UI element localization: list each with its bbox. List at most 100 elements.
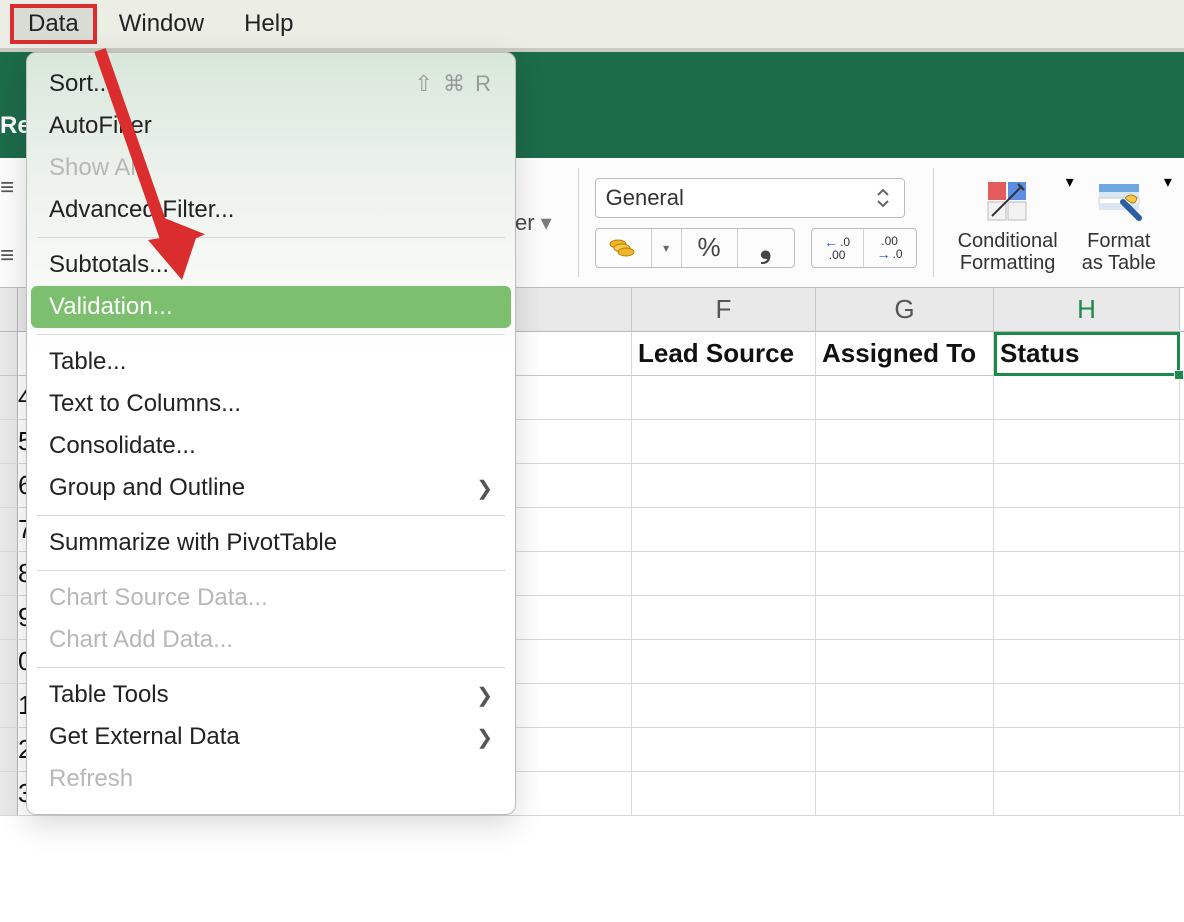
conditional-formatting-icon xyxy=(982,176,1034,228)
row-header[interactable] xyxy=(0,772,18,815)
cell-f[interactable] xyxy=(632,728,816,771)
cell-g[interactable] xyxy=(816,684,994,727)
dec-text: .0 xyxy=(893,248,903,260)
selection-handle[interactable] xyxy=(1174,370,1184,380)
percent-button[interactable]: % xyxy=(682,229,738,267)
currency-button[interactable] xyxy=(596,229,652,267)
corner-cell[interactable] xyxy=(0,288,18,331)
menu-consolidate[interactable]: Consolidate... xyxy=(27,425,515,467)
cell-h[interactable] xyxy=(994,508,1180,551)
cell-h[interactable] xyxy=(994,772,1180,815)
cell-h[interactable] xyxy=(994,728,1180,771)
ribbon-fragment-label: er ▾ xyxy=(515,158,562,287)
cell-g[interactable] xyxy=(816,464,994,507)
cell-g[interactable] xyxy=(816,552,994,595)
number-format-value: General xyxy=(606,185,684,211)
menu-pivot-label: Summarize with PivotTable xyxy=(49,529,337,557)
cell-f[interactable] xyxy=(632,772,816,815)
menu-subtotals[interactable]: Subtotals... xyxy=(27,244,515,286)
menu-separator xyxy=(37,334,505,335)
row-header[interactable] xyxy=(0,684,18,727)
cell-h[interactable] xyxy=(994,596,1180,639)
menu-advanced-filter[interactable]: Advanced Filter... xyxy=(27,189,515,231)
chevron-down-icon[interactable]: ▾ xyxy=(1164,172,1172,192)
number-format-combobox[interactable]: General xyxy=(595,178,905,218)
cell-g[interactable] xyxy=(816,640,994,683)
comma-button[interactable]: ❟ xyxy=(738,229,794,267)
cell-h[interactable] xyxy=(994,376,1180,419)
menu-validation[interactable]: Validation... xyxy=(31,286,511,328)
header-cell-status[interactable]: Status xyxy=(994,332,1180,375)
menu-autofilter[interactable]: AutoFilter xyxy=(27,105,515,147)
menu-table[interactable]: Table... xyxy=(27,341,515,383)
menu-group-outline[interactable]: Group and Outline ❯ xyxy=(27,467,515,509)
row-header[interactable] xyxy=(0,420,18,463)
cell-h[interactable] xyxy=(994,684,1180,727)
cell-g[interactable] xyxy=(816,728,994,771)
menu-data[interactable]: Data xyxy=(10,4,97,44)
menu-pivot[interactable]: Summarize with PivotTable xyxy=(27,522,515,564)
column-header-h[interactable]: H xyxy=(994,288,1180,331)
cell-g[interactable] xyxy=(816,508,994,551)
cell-g[interactable] xyxy=(816,376,994,419)
row-header[interactable] xyxy=(0,640,18,683)
column-header-f[interactable]: F xyxy=(632,288,816,331)
menu-sort[interactable]: Sort... ⇧ ⌘ R xyxy=(27,63,515,105)
menu-text-to-columns[interactable]: Text to Columns... xyxy=(27,383,515,425)
menu-separator xyxy=(37,667,505,668)
cell-h[interactable] xyxy=(994,464,1180,507)
format-as-table-button[interactable]: Format as Table xyxy=(1074,172,1164,274)
cell-f[interactable] xyxy=(632,552,816,595)
menu-help[interactable]: Help xyxy=(226,4,311,44)
cell-f[interactable] xyxy=(632,508,816,551)
chevron-right-icon: ❯ xyxy=(476,725,493,750)
align-icon[interactable]: ≡ xyxy=(0,174,14,202)
menu-subtotals-label: Subtotals... xyxy=(49,251,169,279)
updown-icon[interactable] xyxy=(872,187,894,209)
cell-f[interactable] xyxy=(632,376,816,419)
increase-decimal-button[interactable]: ←.0 .00 xyxy=(812,229,864,267)
row-header[interactable] xyxy=(0,552,18,595)
cell-h[interactable] xyxy=(994,640,1180,683)
align-icon[interactable]: ≡ xyxy=(0,242,14,270)
row-header[interactable] xyxy=(0,376,18,419)
row-header[interactable] xyxy=(0,728,18,771)
currency-dropdown[interactable]: ▾ xyxy=(652,229,682,267)
decrease-decimal-button[interactable]: .00 →.0 xyxy=(864,229,916,267)
number-group: General ▾ % ❟ xyxy=(595,158,917,287)
cell-g[interactable] xyxy=(816,596,994,639)
row-header[interactable] xyxy=(0,464,18,507)
decimal-cluster: ←.0 .00 .00 →.0 xyxy=(811,228,917,268)
row-header[interactable] xyxy=(0,596,18,639)
cell-f[interactable] xyxy=(632,684,816,727)
menu-separator xyxy=(37,237,505,238)
menu-window[interactable]: Window xyxy=(101,4,222,44)
header-cell-lead-source[interactable]: Lead Source xyxy=(632,332,816,375)
menu-table-tools[interactable]: Table Tools ❯ xyxy=(27,674,515,716)
menu-get-external[interactable]: Get External Data ❯ xyxy=(27,716,515,758)
cell-h[interactable] xyxy=(994,420,1180,463)
row-header[interactable] xyxy=(0,508,18,551)
menu-ttc-label: Text to Columns... xyxy=(49,390,241,418)
chevron-down-icon[interactable]: ▾ xyxy=(1066,172,1074,192)
cell-g[interactable] xyxy=(816,772,994,815)
chevron-down-icon[interactable]: ▾ xyxy=(541,210,552,236)
cell-f[interactable] xyxy=(632,596,816,639)
row-header[interactable] xyxy=(0,332,18,375)
conditional-formatting-button[interactable]: Conditional Formatting xyxy=(950,172,1066,274)
menu-go-label: Group and Outline xyxy=(49,474,245,502)
cell-g[interactable] xyxy=(816,420,994,463)
cell-f[interactable] xyxy=(632,464,816,507)
header-cell-assigned-to[interactable]: Assigned To xyxy=(816,332,994,375)
menu-separator xyxy=(37,515,505,516)
chevron-right-icon: ❯ xyxy=(476,683,493,708)
menu-sort-label: Sort... xyxy=(49,70,113,98)
cell-h[interactable] xyxy=(994,552,1180,595)
column-header-g[interactable]: G xyxy=(816,288,994,331)
menu-ge-label: Get External Data xyxy=(49,723,240,751)
menu-table-label: Table... xyxy=(49,348,126,376)
cell-f[interactable] xyxy=(632,640,816,683)
cell-f[interactable] xyxy=(632,420,816,463)
menu-sort-shortcut: ⇧ ⌘ R xyxy=(414,71,493,97)
menu-consolidate-label: Consolidate... xyxy=(49,432,196,460)
